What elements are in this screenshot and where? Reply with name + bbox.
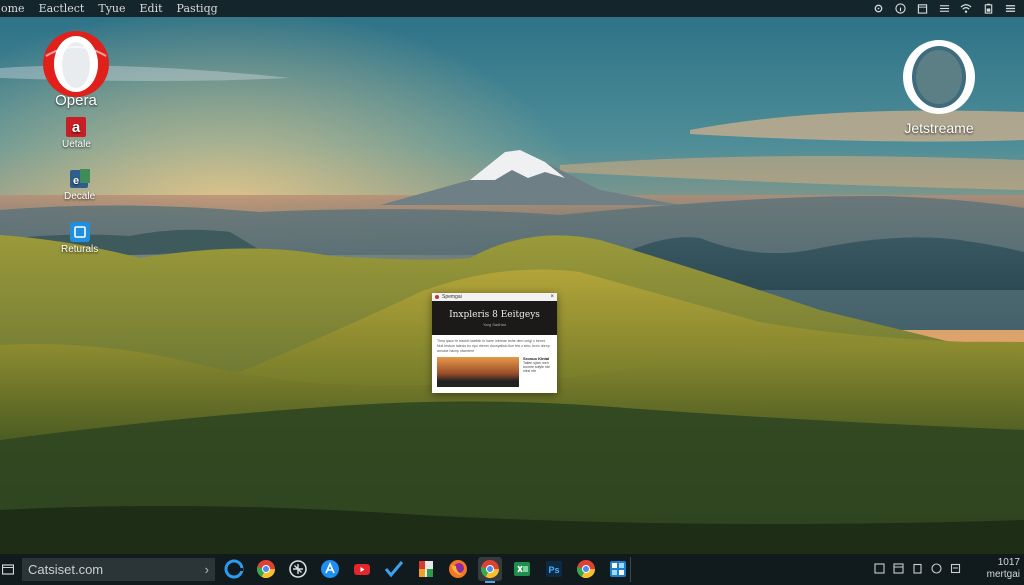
desktop-icon-decale[interactable]: e Decale: [64, 168, 95, 202]
app-a-icon: a: [66, 117, 87, 137]
app-store-icon[interactable]: [318, 557, 342, 581]
firefox-icon[interactable]: [446, 557, 470, 581]
desktop-icon-label: Decale: [64, 191, 96, 202]
menu-icon[interactable]: [1004, 3, 1016, 15]
list-icon[interactable]: [938, 3, 950, 15]
opera-ring-icon: [903, 40, 975, 114]
clipboard-icon[interactable]: [912, 563, 923, 574]
excel-icon[interactable]: [510, 557, 534, 581]
page-body: Thea ipsun fe traokti haefbtir fo tsere …: [432, 335, 557, 391]
desktop-icon-label: Returals: [61, 244, 99, 255]
article-image[interactable]: [437, 357, 519, 387]
chrome-active-icon[interactable]: [478, 557, 502, 583]
taskbar-divider: [630, 557, 631, 582]
info-icon[interactable]: [894, 3, 906, 15]
top-menu-bar: ome Eactlect Tyue Edit Pastiqg: [0, 0, 1024, 17]
start-folder-icon[interactable]: [2, 563, 14, 575]
network-icon[interactable]: [874, 563, 885, 574]
grid-app-icon[interactable]: [606, 557, 630, 581]
opera-logo-icon: [43, 31, 109, 97]
clock-date: mertgai: [986, 569, 1020, 580]
menu-home[interactable]: ome: [1, 2, 25, 15]
menu-tyue[interactable]: Tyue: [98, 2, 125, 15]
menu-eactlect[interactable]: Eactlect: [39, 2, 85, 15]
svg-text:Ps: Ps: [548, 565, 559, 575]
desktop-icon-jetstream[interactable]: Jetstreame: [900, 38, 978, 136]
office-app-icon: e: [69, 169, 90, 188]
article-sidebar: Sronuo Kintal Tatlen sjicm wen toomre su…: [523, 357, 552, 387]
taskbar-search-box[interactable]: Catsiset.com ›: [22, 558, 215, 581]
chrome-icon[interactable]: [254, 557, 278, 581]
chrome-alt-icon[interactable]: [574, 557, 598, 581]
svg-text:a: a: [72, 119, 81, 136]
clock-time: 1017: [997, 557, 1020, 568]
taskbar-apps: Ps: [222, 557, 630, 583]
taskbar-search-text: Catsiset.com: [28, 562, 104, 577]
page-title: Inxpleris 8 Eeitgeys: [449, 309, 540, 320]
body-paragraph: Thea ipsun fe traokti haefbtir fo tsere …: [437, 339, 550, 353]
wifi-icon[interactable]: [960, 3, 972, 15]
system-tray: [874, 563, 961, 574]
chevron-right-icon[interactable]: ›: [205, 562, 209, 577]
page-hero: Inxpleris 8 Eeitgeys Yarg Sadhlar: [432, 301, 557, 335]
desktop-icon-label: Uetale: [62, 139, 91, 150]
close-icon[interactable]: ×: [550, 294, 554, 300]
taskbar: Catsiset.com › Ps 1017 mertgai: [0, 554, 1024, 585]
sidebar-text: Tatlen sjicm wen toomre sufyle rde nlirs…: [523, 361, 551, 373]
notes-icon[interactable]: [950, 563, 961, 574]
office-icon[interactable]: [414, 557, 438, 581]
browser-window[interactable]: Spemgai × Inxpleris 8 Eeitgeys Yarg Sadh…: [432, 293, 557, 393]
check-app-icon[interactable]: [382, 557, 406, 581]
desktop-icon-label: Opera: [55, 92, 97, 109]
calendar-icon[interactable]: [916, 3, 928, 15]
desktop-icon-returals[interactable]: Returals: [61, 221, 98, 255]
edge-icon[interactable]: [222, 557, 246, 581]
window-icon[interactable]: [893, 563, 904, 574]
window-titlebar[interactable]: Spemgai ×: [432, 293, 557, 301]
battery-icon[interactable]: [982, 3, 994, 15]
desktop-icon-update[interactable]: a Uetale: [62, 116, 91, 150]
tab-favicon-icon: [435, 295, 439, 299]
photoshop-icon[interactable]: Ps: [542, 557, 566, 581]
youtube-icon[interactable]: [350, 557, 374, 581]
svg-text:e: e: [73, 175, 79, 187]
settings-gear-icon[interactable]: [286, 557, 310, 581]
page-subtitle: Yarg Sadhlar: [482, 321, 507, 327]
taskbar-clock[interactable]: 1017 mertgai: [987, 557, 1020, 581]
desktop-icon-label: Jetstreame: [904, 120, 974, 136]
help-icon[interactable]: [931, 563, 942, 574]
menu-pastiqg[interactable]: Pastiqg: [177, 2, 218, 15]
desktop-icon-opera[interactable]: Opera: [40, 28, 112, 109]
menu-edit[interactable]: Edit: [140, 2, 163, 15]
blue-app-icon: [69, 222, 90, 242]
window-tab-title[interactable]: Spemgai: [442, 294, 462, 300]
settings-icon[interactable]: [872, 3, 884, 15]
